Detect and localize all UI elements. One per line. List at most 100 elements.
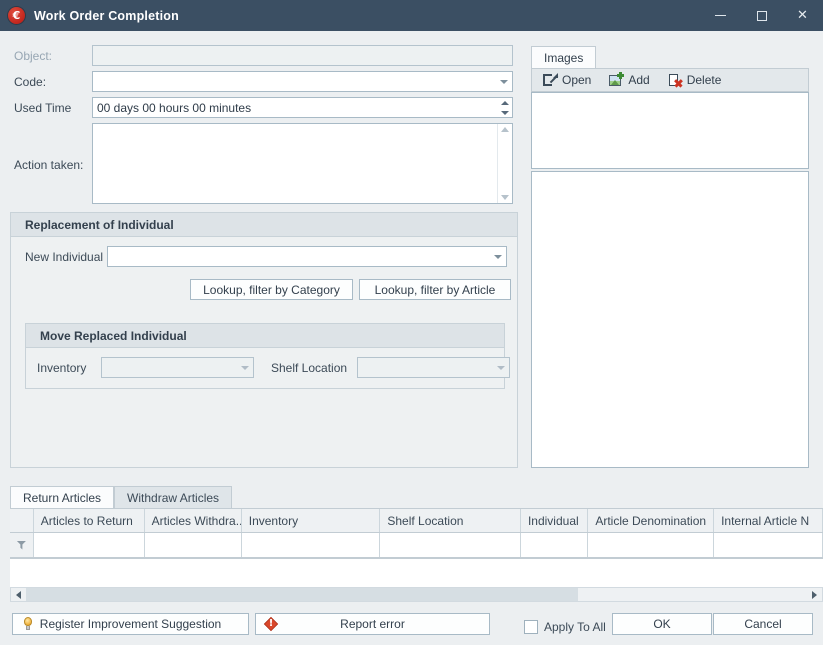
- delete-label: Delete: [686, 73, 722, 87]
- code-row: Code:: [14, 71, 513, 92]
- articles-grid: Articles to Return Articles Withdra... I…: [10, 508, 823, 598]
- move-replaced-individual-group: Move Replaced Individual Inventory Shelf…: [25, 323, 510, 389]
- lightbulb-icon: [21, 617, 35, 631]
- action-taken-scrollbar[interactable]: [497, 124, 512, 203]
- apply-to-all-label: Apply To All: [544, 620, 606, 634]
- code-combobox[interactable]: [92, 71, 513, 92]
- chevron-down-icon: [497, 365, 505, 370]
- scroll-thumb[interactable]: [26, 588, 578, 601]
- lookup-filter-by-category-button[interactable]: Lookup, filter by Category: [190, 279, 353, 300]
- inventory-row: Inventory Shelf Location: [37, 357, 510, 378]
- grid-corner-header: [10, 509, 34, 532]
- new-individual-label: New Individual: [25, 249, 104, 264]
- add-image-button[interactable]: Add: [607, 70, 651, 90]
- image-preview-pane[interactable]: [531, 171, 809, 468]
- new-individual-combobox[interactable]: [107, 246, 507, 267]
- add-label: Add: [628, 73, 650, 87]
- filter-cell-individual[interactable]: [520, 533, 589, 557]
- chevron-down-icon: [241, 365, 249, 370]
- inventory-combobox[interactable]: [101, 357, 254, 378]
- close-button[interactable]: ✕: [782, 0, 823, 31]
- arrow-up-icon: [501, 127, 509, 132]
- column-header-article-denomination[interactable]: Article Denomination: [588, 509, 715, 532]
- column-header-internal-article-no[interactable]: Internal Article N: [714, 509, 823, 532]
- report-error-button[interactable]: ! Report error: [255, 613, 490, 635]
- lookup-filter-by-article-button[interactable]: Lookup, filter by Article: [359, 279, 511, 300]
- object-row: Object:: [14, 45, 513, 66]
- object-input[interactable]: [92, 45, 513, 66]
- replacement-group-title: Replacement of Individual: [11, 213, 517, 237]
- add-picture-icon: [609, 72, 625, 87]
- spinner-icon[interactable]: [501, 100, 509, 115]
- column-header-inventory[interactable]: Inventory: [242, 509, 381, 532]
- window-controls: ✕: [700, 0, 823, 31]
- filter-cell-shelf-location[interactable]: [380, 533, 521, 557]
- tab-images[interactable]: Images: [531, 46, 597, 68]
- chevron-down-icon: [500, 79, 508, 84]
- used-time-spinner[interactable]: [92, 97, 513, 118]
- grid-horizontal-scrollbar[interactable]: [10, 587, 823, 602]
- open-external-icon: [543, 73, 558, 87]
- object-label: Object:: [14, 48, 53, 63]
- funnel-icon: [16, 540, 27, 550]
- ok-button[interactable]: OK: [612, 613, 712, 635]
- register-improvement-suggestion-button[interactable]: Register Improvement Suggestion: [12, 613, 249, 635]
- tab-return-articles[interactable]: Return Articles: [10, 486, 115, 508]
- used-time-input[interactable]: [92, 97, 513, 118]
- report-error-label: Report error: [340, 617, 405, 631]
- grid-body[interactable]: [10, 559, 823, 585]
- replacement-of-individual-group: Replacement of Individual New Individual…: [10, 212, 518, 468]
- images-tabstrip: Images: [531, 46, 597, 68]
- filter-cell-inventory[interactable]: [241, 533, 381, 557]
- maximize-button[interactable]: [741, 0, 782, 31]
- filter-cell-article-denomination[interactable]: [588, 533, 715, 557]
- delete-picture-icon: [668, 73, 682, 87]
- filter-cell-articles-to-return[interactable]: [33, 533, 145, 557]
- filter-cell-internal-article-no[interactable]: [714, 533, 823, 557]
- minimize-icon: [715, 15, 726, 16]
- minimize-button[interactable]: [700, 0, 741, 31]
- window-title: Work Order Completion: [34, 8, 179, 23]
- action-taken-label: Action taken:: [14, 158, 84, 172]
- cancel-button[interactable]: Cancel: [713, 613, 813, 635]
- chevron-down-icon: [494, 254, 502, 259]
- column-header-articles-withdrawn[interactable]: Articles Withdra...: [145, 509, 242, 532]
- shelf-location-input[interactable]: [357, 357, 510, 378]
- footer-bar: Register Improvement Suggestion ! Report…: [0, 608, 823, 645]
- scroll-left-button[interactable]: [11, 588, 26, 601]
- code-label: Code:: [14, 74, 47, 89]
- app-euro-icon: [8, 7, 25, 24]
- code-input[interactable]: [92, 71, 513, 92]
- column-header-shelf-location[interactable]: Shelf Location: [380, 509, 521, 532]
- column-header-articles-to-return[interactable]: Articles to Return: [34, 509, 145, 532]
- tab-withdraw-articles[interactable]: Withdraw Articles: [114, 486, 233, 508]
- inventory-input[interactable]: [101, 357, 254, 378]
- move-group-title: Move Replaced Individual: [26, 324, 504, 348]
- arrow-right-icon: [812, 590, 817, 599]
- new-individual-row: New Individual: [25, 246, 507, 267]
- close-icon: ✕: [797, 8, 808, 23]
- inventory-label: Inventory: [37, 360, 87, 375]
- register-suggestion-label: Register Improvement Suggestion: [39, 617, 222, 631]
- new-individual-input[interactable]: [107, 246, 507, 267]
- shelf-location-combobox[interactable]: [357, 357, 510, 378]
- work-order-completion-window: Work Order Completion ✕ Object: Code: Us…: [0, 0, 823, 645]
- grid-header-row: Articles to Return Articles Withdra... I…: [10, 509, 823, 533]
- open-image-button[interactable]: Open: [541, 70, 593, 90]
- title-bar: Work Order Completion ✕: [0, 0, 823, 31]
- arrow-left-icon: [16, 590, 21, 599]
- images-panel: Open Add Delete: [531, 46, 809, 468]
- open-label: Open: [562, 73, 592, 87]
- grid-filter-toggle[interactable]: [10, 533, 34, 557]
- used-time-row: Used Time: [14, 97, 513, 118]
- images-thumbnail-list[interactable]: [531, 92, 809, 169]
- delete-image-button[interactable]: Delete: [666, 70, 724, 90]
- apply-to-all-control[interactable]: Apply To All: [524, 620, 606, 634]
- scroll-track[interactable]: [26, 588, 807, 601]
- scroll-right-button[interactable]: [807, 588, 822, 601]
- grid-filter-row: [10, 533, 823, 559]
- column-header-individual[interactable]: Individual: [521, 509, 589, 532]
- apply-to-all-checkbox[interactable]: [524, 620, 538, 634]
- filter-cell-articles-withdrawn[interactable]: [144, 533, 242, 557]
- action-taken-textarea[interactable]: [92, 123, 513, 204]
